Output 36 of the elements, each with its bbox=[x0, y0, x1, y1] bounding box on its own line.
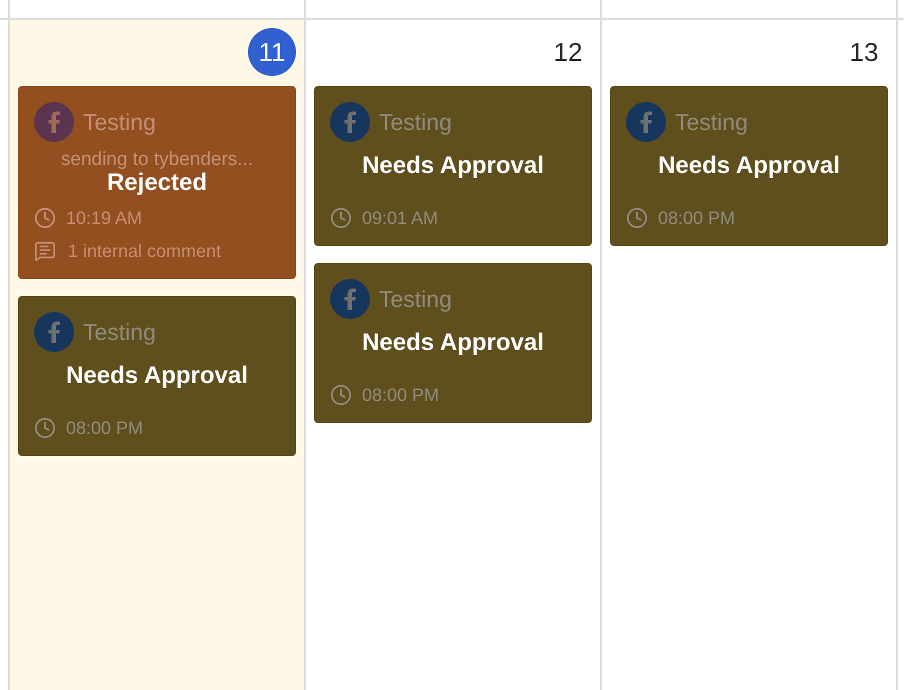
event-card[interactable]: Testing Needs Approval 09:01 AM bbox=[314, 86, 592, 246]
facebook-icon bbox=[626, 102, 666, 142]
day-number[interactable]: 13 bbox=[840, 28, 888, 76]
comment-count: 1 internal comment bbox=[68, 240, 222, 263]
event-time: 08:00 PM bbox=[362, 384, 440, 407]
status-label: Needs Approval bbox=[362, 154, 544, 178]
clock-icon bbox=[34, 417, 56, 439]
comment-icon bbox=[34, 240, 56, 262]
facebook-icon bbox=[330, 279, 370, 319]
event-title: Testing bbox=[675, 108, 748, 137]
event-card[interactable]: Testing Needs Approval 08:00 PM bbox=[610, 86, 888, 246]
event-card[interactable]: Testing sending to tybenders... Rejected 10:19 AM 1 internal comment bbox=[18, 86, 296, 279]
event-time: 10:19 AM bbox=[66, 207, 142, 230]
clock-icon bbox=[626, 207, 648, 229]
facebook-icon bbox=[34, 102, 74, 142]
event-text: sending to tybenders... bbox=[60, 150, 254, 169]
facebook-icon bbox=[34, 312, 74, 352]
clock-icon bbox=[330, 207, 352, 229]
clock-icon bbox=[330, 384, 352, 406]
event-time: 08:00 PM bbox=[658, 207, 736, 230]
event-title: Testing bbox=[83, 108, 156, 137]
event-time: 08:00 PM bbox=[66, 417, 144, 440]
event-card[interactable]: Testing Needs Approval 08:00 PM bbox=[18, 296, 296, 456]
clock-icon bbox=[34, 207, 56, 229]
day-number[interactable]: 11 bbox=[248, 28, 296, 76]
event-title: Testing bbox=[379, 285, 452, 314]
status-label: Needs Approval bbox=[362, 331, 544, 355]
event-title: Testing bbox=[379, 108, 452, 137]
event-time: 09:01 AM bbox=[362, 207, 438, 230]
event-title: Testing bbox=[83, 318, 156, 347]
day-number[interactable]: 12 bbox=[544, 28, 592, 76]
status-label: Rejected bbox=[106, 170, 208, 194]
facebook-icon bbox=[330, 102, 370, 142]
status-label: Needs Approval bbox=[66, 364, 248, 388]
status-label: Needs Approval bbox=[658, 154, 840, 178]
event-card[interactable]: Testing Needs Approval 08:00 PM bbox=[314, 263, 592, 423]
